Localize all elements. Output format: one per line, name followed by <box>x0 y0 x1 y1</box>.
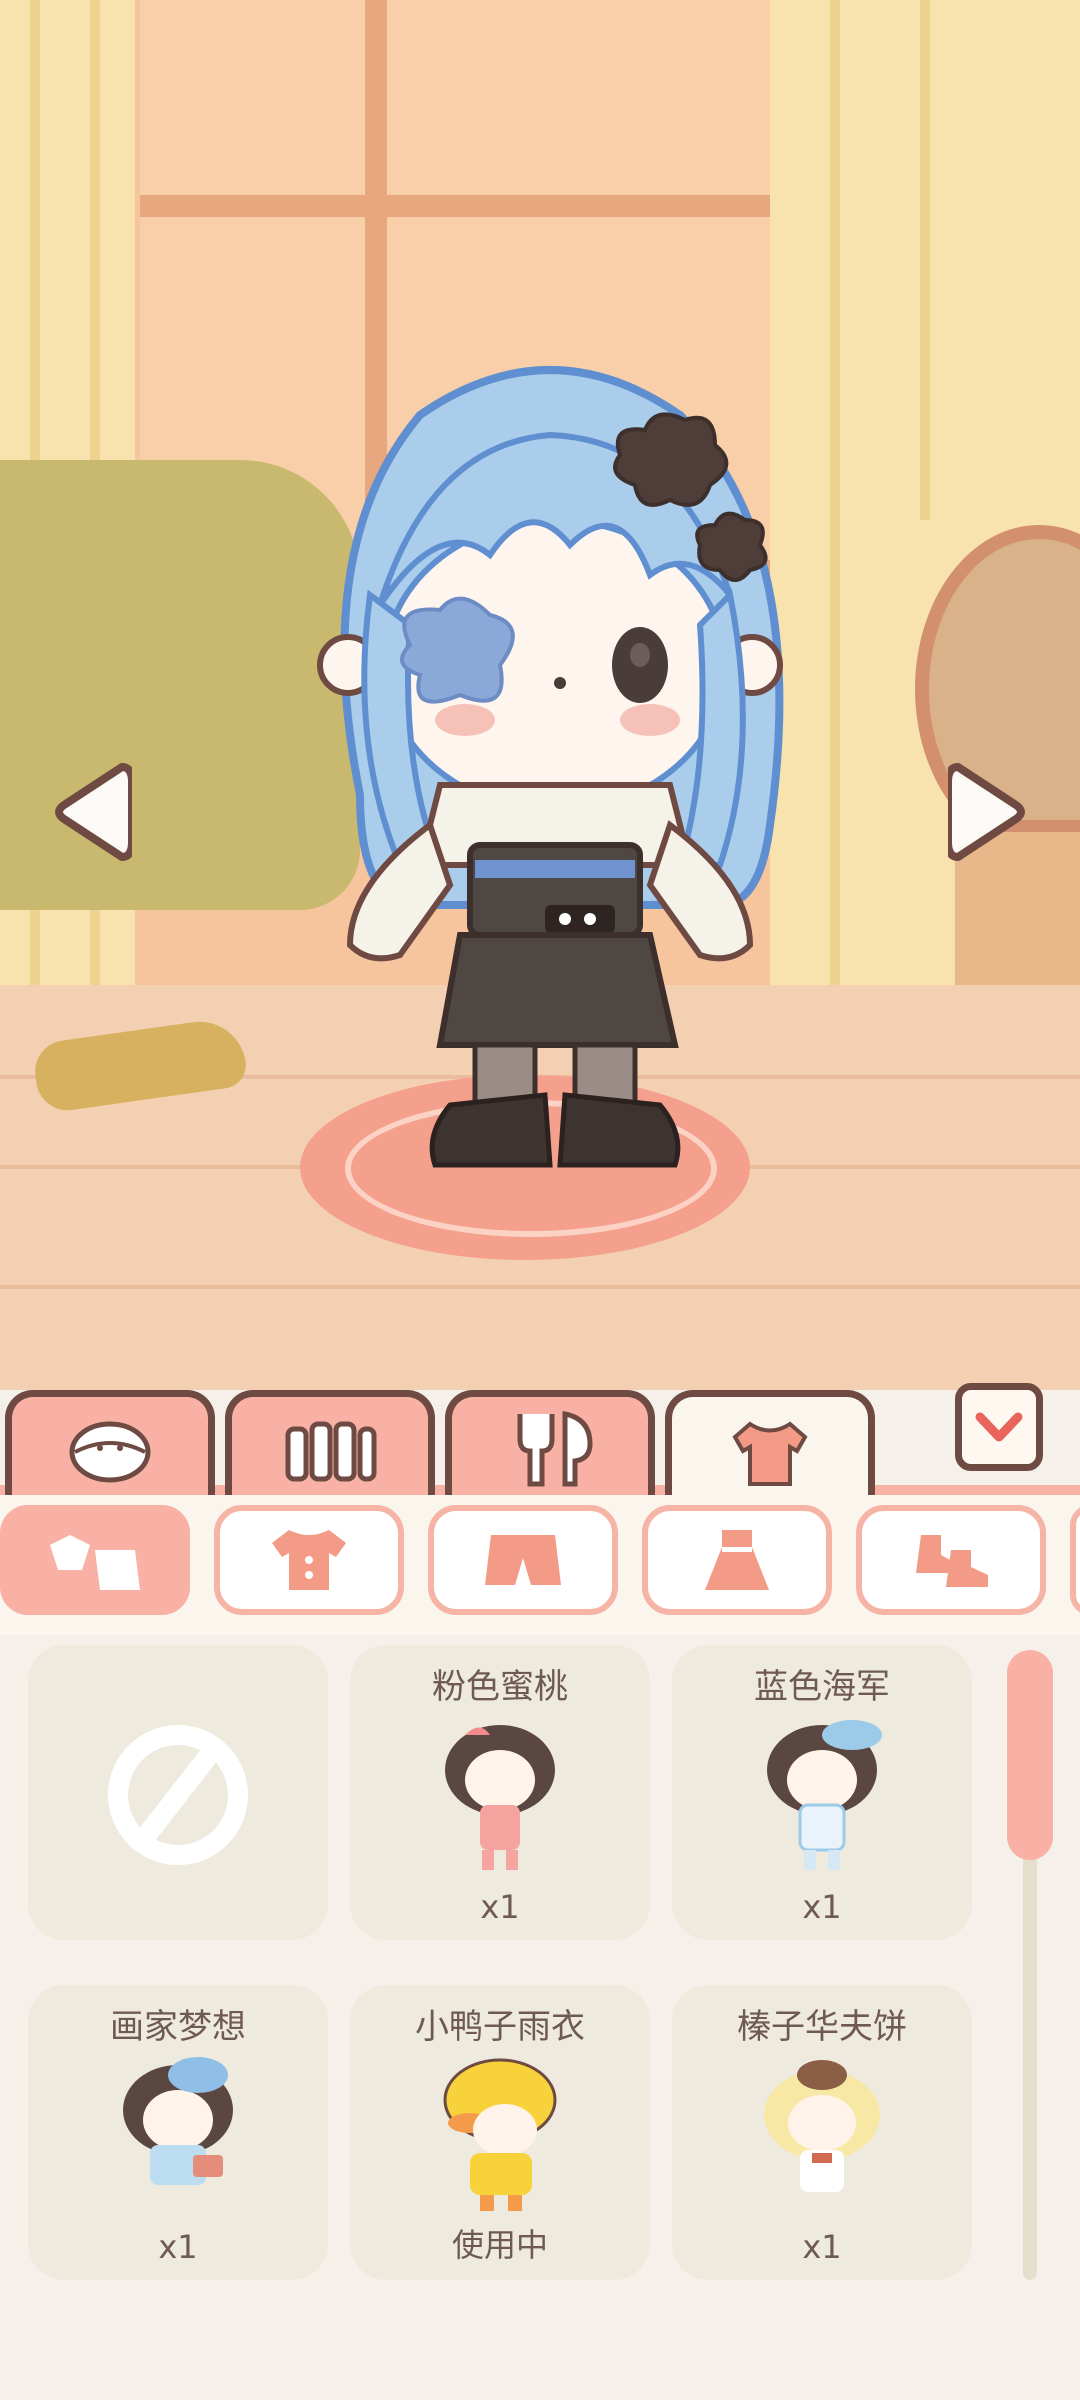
all-clothes-icon <box>50 1535 140 1590</box>
item-in-use-label: 使用中 <box>451 2226 548 2264</box>
item-count: x1 <box>480 1888 520 1926</box>
outfit-hazelnut-waffle-icon <box>764 2060 880 2192</box>
character[interactable] <box>290 345 810 1175</box>
curtain-fold <box>830 0 840 1000</box>
item-name: 粉色蜜桃 <box>432 1667 568 1707</box>
triangle-right-icon[interactable] <box>948 757 1028 867</box>
item-card-none[interactable] <box>28 1645 328 1940</box>
item-count: x1 <box>802 1888 842 1926</box>
item-card[interactable]: 粉色蜜桃 x1 <box>350 1645 650 1940</box>
shoes-icon <box>916 1535 988 1587</box>
item-grid: 粉色蜜桃 x1 蓝色海军 x1 画家梦想 x1 小鸭子雨衣 使用中 榛子华夫饼 … <box>0 1635 1080 2400</box>
outfit-painter-dream-icon <box>123 2057 233 2185</box>
tab-face[interactable] <box>5 1390 215 1500</box>
room-scene <box>0 0 1080 1390</box>
subtab-top[interactable] <box>214 1505 404 1615</box>
curtain-fold <box>920 0 930 520</box>
outfit-duck-raincoat-icon <box>443 2058 557 2211</box>
face-icon <box>69 1421 151 1482</box>
fence-icon <box>285 1421 377 1481</box>
item-card[interactable]: 蓝色海军 x1 <box>672 1645 972 1940</box>
subtab-dress[interactable] <box>642 1505 832 1615</box>
item-name: 榛子华夫饼 <box>737 2007 907 2047</box>
tab-clothes[interactable] <box>665 1390 875 1510</box>
subcategory-bar <box>0 1495 1080 1635</box>
subtab-pants[interactable] <box>428 1505 618 1615</box>
subtab-more[interactable] <box>1070 1505 1080 1615</box>
item-name: 小鸭子雨衣 <box>415 2007 585 2047</box>
triangle-left-icon[interactable] <box>52 757 132 867</box>
outfit-blue-navy-icon <box>767 1720 882 1870</box>
tab-food[interactable] <box>445 1390 655 1500</box>
window-frame <box>140 195 780 217</box>
shirt-icon <box>732 1421 808 1486</box>
pants-icon <box>485 1535 561 1585</box>
item-name: 画家梦想 <box>110 2007 246 2047</box>
item-count: x1 <box>158 2228 198 2266</box>
fork-spoon-icon <box>517 1410 593 1486</box>
tab-furniture[interactable] <box>225 1390 435 1500</box>
floor-line <box>0 1285 1080 1289</box>
collapse-button[interactable] <box>955 1383 1043 1471</box>
subtab-all[interactable] <box>0 1505 190 1615</box>
item-card-in-use[interactable]: 小鸭子雨衣 使用中 <box>350 1985 650 2280</box>
none-icon <box>108 1725 248 1865</box>
scrollbar-thumb[interactable] <box>1007 1650 1053 1860</box>
chevron-down-icon <box>975 1412 1023 1442</box>
item-card[interactable]: 榛子华夫饼 x1 <box>672 1985 972 2280</box>
item-card[interactable]: 画家梦想 x1 <box>28 1985 328 2280</box>
subtab-shoes[interactable] <box>856 1505 1046 1615</box>
outfit-pink-peach-icon <box>445 1725 555 1870</box>
item-name: 蓝色海军 <box>754 1667 890 1707</box>
dress-icon <box>705 1530 769 1590</box>
category-tabs <box>0 1380 1080 1510</box>
item-count: x1 <box>802 2228 842 2266</box>
top-icon <box>272 1530 346 1590</box>
